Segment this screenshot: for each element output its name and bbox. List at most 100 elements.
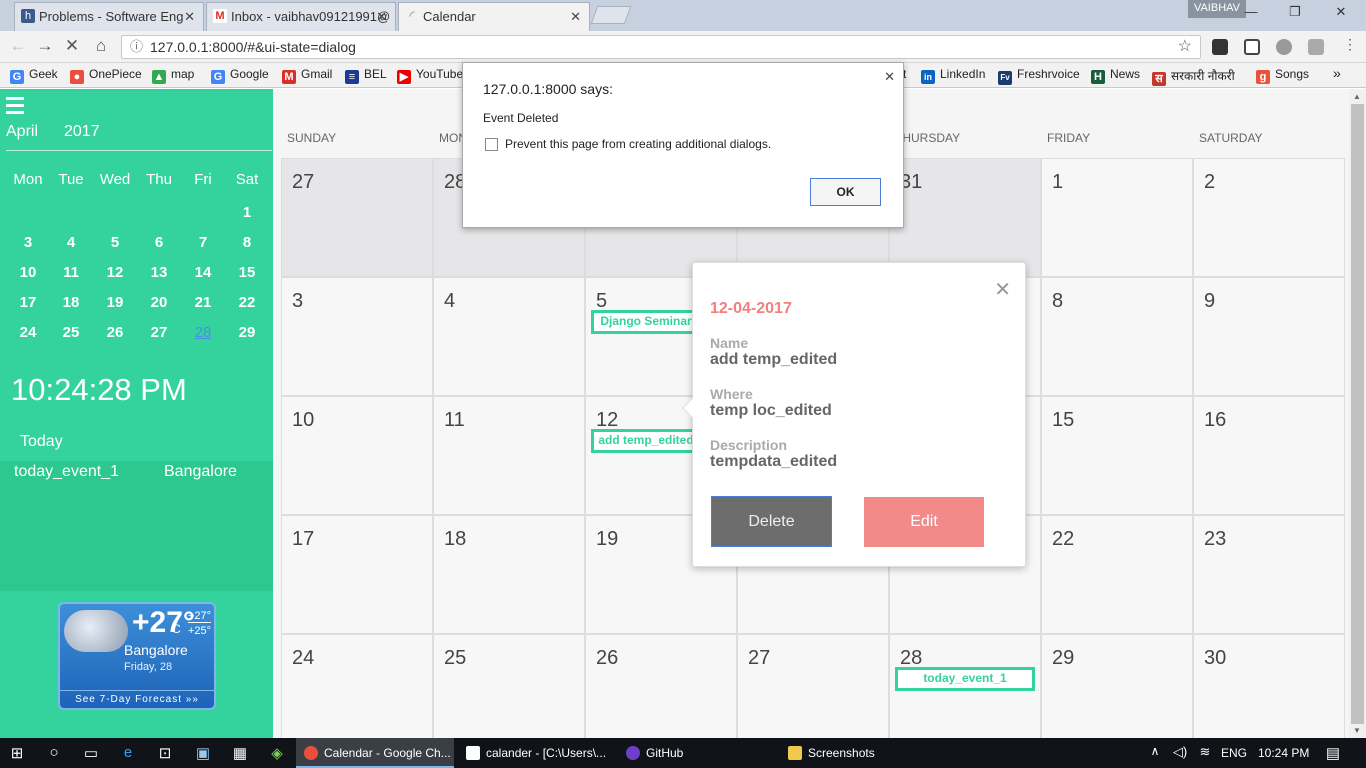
bookmark-map[interactable]: ▲ map [152, 67, 194, 84]
bookmark-geek[interactable]: G Geek [10, 67, 58, 84]
bookmark-google[interactable]: G Google [211, 67, 269, 84]
mini-calendar-day[interactable]: 29 [229, 324, 265, 341]
mini-calendar-day[interactable]: 14 [185, 264, 221, 281]
day-cell[interactable]: 28 today_event_1 [889, 634, 1041, 753]
day-cell[interactable]: 27 [737, 634, 889, 753]
mini-calendar-day[interactable]: 12 [97, 264, 133, 281]
calculator-icon[interactable]: ▦ [229, 744, 251, 762]
mini-calendar-day[interactable]: 4 [53, 234, 89, 251]
day-cell[interactable]: 11 [433, 396, 585, 515]
mini-calendar-day[interactable]: 13 [141, 264, 177, 281]
taskbar-app-pycharm[interactable]: calander - [C:\Users\... [458, 738, 614, 768]
delete-button[interactable]: Delete [711, 496, 832, 547]
mini-calendar-day[interactable]: 1 [229, 204, 265, 221]
mini-calendar-day[interactable]: 8 [229, 234, 265, 251]
scrollbar-thumb[interactable] [1351, 104, 1364, 724]
day-cell[interactable]: 17 [281, 515, 433, 634]
bookmark-bel[interactable]: ≡ BEL [345, 67, 387, 84]
day-cell[interactable]: 27 [281, 158, 433, 277]
menu-kebab-icon[interactable]: ⋮ [1340, 36, 1360, 53]
edit-button[interactable]: Edit [864, 497, 984, 547]
forward-icon[interactable]: → [35, 36, 55, 56]
tab-problems[interactable]: h Problems - Software Eng ✕ [14, 2, 204, 31]
wifi-icon[interactable]: ≋ [1194, 744, 1216, 760]
mini-calendar-day[interactable]: 3 [10, 234, 46, 251]
day-cell[interactable]: 22 [1041, 515, 1193, 634]
day-cell[interactable]: 31 [889, 158, 1041, 277]
photos-icon[interactable]: ◈ [266, 744, 288, 762]
scroll-up-icon[interactable]: ▲ [1353, 92, 1361, 101]
day-cell[interactable]: 4 [433, 277, 585, 396]
day-cell[interactable]: 25 [433, 634, 585, 753]
mini-calendar-day[interactable]: 11 [53, 264, 89, 281]
mini-calendar-day[interactable]: 7 [185, 234, 221, 251]
window-close-icon[interactable]: ✕ [1326, 4, 1356, 20]
day-cell[interactable]: 16 [1193, 396, 1345, 515]
mini-calendar-day[interactable]: 21 [185, 294, 221, 311]
tab-inbox[interactable]: M Inbox - vaibhav09121991@ ✕ [206, 2, 396, 31]
home-icon[interactable]: ⌂ [91, 36, 111, 56]
day-cell[interactable]: 2 [1193, 158, 1345, 277]
prevent-dialogs-checkbox[interactable] [485, 138, 498, 151]
mini-calendar-day[interactable]: 28 [185, 324, 221, 341]
mini-calendar-day[interactable]: 5 [97, 234, 133, 251]
mini-calendar-day[interactable]: 20 [141, 294, 177, 311]
prevent-dialogs-label[interactable]: Prevent this page from creating addition… [505, 137, 771, 151]
mini-calendar-day[interactable]: 15 [229, 264, 265, 281]
taskbar-app-github[interactable]: GitHub [618, 738, 774, 768]
bookmark-freshrvoice[interactable]: Fv Freshrvoice [998, 67, 1080, 85]
bookmark-sarkari-naukri[interactable]: स सरकारी नौकरी [1152, 67, 1235, 86]
bookmark-linkedin[interactable]: in LinkedIn [921, 67, 985, 84]
day-cell[interactable]: 9 [1193, 277, 1345, 396]
calendar-event[interactable]: add temp_edited [591, 429, 701, 453]
mini-calendar-day[interactable]: 27 [141, 324, 177, 341]
volume-icon[interactable]: ◁) [1169, 744, 1191, 760]
restore-icon[interactable]: ❐ [1280, 4, 1310, 20]
day-cell[interactable]: 26 [585, 634, 737, 753]
scroll-down-icon[interactable]: ▼ [1353, 726, 1361, 735]
today-event-name[interactable]: today_event_1 [14, 463, 119, 481]
bookmark-news[interactable]: H News [1091, 67, 1140, 84]
windows-start-icon[interactable]: ⊞ [6, 744, 28, 762]
mini-calendar-day[interactable]: 25 [53, 324, 89, 341]
day-cell[interactable]: 18 [433, 515, 585, 634]
close-tab-icon[interactable]: ✕ [184, 3, 195, 30]
close-popover-icon[interactable]: ✕ [994, 277, 1011, 302]
more-bookmarks-icon[interactable]: » [1333, 65, 1341, 81]
mini-calendar-day[interactable]: 19 [97, 294, 133, 311]
mini-calendar-day[interactable]: 10 [10, 264, 46, 281]
new-tab-button[interactable] [590, 6, 632, 24]
info-icon[interactable]: ⓘ [130, 36, 143, 58]
taskbar-app-chrome[interactable]: Calendar - Google Ch... [296, 738, 454, 768]
back-icon[interactable]: ← [8, 36, 28, 56]
bookmark-gmail[interactable]: M Gmail [282, 67, 332, 84]
day-cell[interactable]: 24 [281, 634, 433, 753]
day-cell[interactable]: 10 [281, 396, 433, 515]
day-cell[interactable]: 29 [1041, 634, 1193, 753]
bookmark-youtube[interactable]: ▶ YouTube [397, 67, 463, 84]
tab-calendar[interactable]: ◜ Calendar ✕ [398, 2, 590, 31]
task-view-icon[interactable]: ▭ [80, 744, 102, 762]
show-hidden-icons-icon[interactable]: ∧ [1144, 744, 1166, 758]
system-clock[interactable]: 10:24 PM [1258, 746, 1309, 760]
store-icon[interactable]: ⊡ [154, 744, 176, 762]
mini-calendar-day[interactable]: 17 [10, 294, 46, 311]
extension-cube-icon[interactable] [1244, 39, 1260, 55]
taskbar-app-screenshots[interactable]: Screenshots [780, 738, 936, 768]
day-cell[interactable]: 23 [1193, 515, 1345, 634]
bookmark-songs[interactable]: g Songs [1256, 67, 1309, 84]
bookmark-star-icon[interactable]: ☆ [1178, 36, 1192, 58]
extension-icon[interactable] [1212, 39, 1228, 55]
weather-widget[interactable]: +27° C +27° +25° Bangalore Friday, 28 Se… [58, 602, 216, 710]
day-cell[interactable]: 30 [1193, 634, 1345, 753]
minimize-icon[interactable]: — [1236, 4, 1266, 19]
mini-calendar-day[interactable]: 22 [229, 294, 265, 311]
calendar-event[interactable]: Django Seminar [591, 310, 701, 334]
close-tab-icon[interactable]: ✕ [570, 3, 581, 30]
pdf-extension-icon[interactable] [1308, 39, 1324, 55]
stop-loading-icon[interactable]: ✕ [62, 36, 82, 56]
calendar-event[interactable]: today_event_1 [895, 667, 1035, 691]
action-center-icon[interactable]: ▤ [1322, 744, 1344, 762]
forecast-link[interactable]: See 7-Day Forecast »» [60, 690, 214, 708]
extension-icon[interactable] [1276, 39, 1292, 55]
